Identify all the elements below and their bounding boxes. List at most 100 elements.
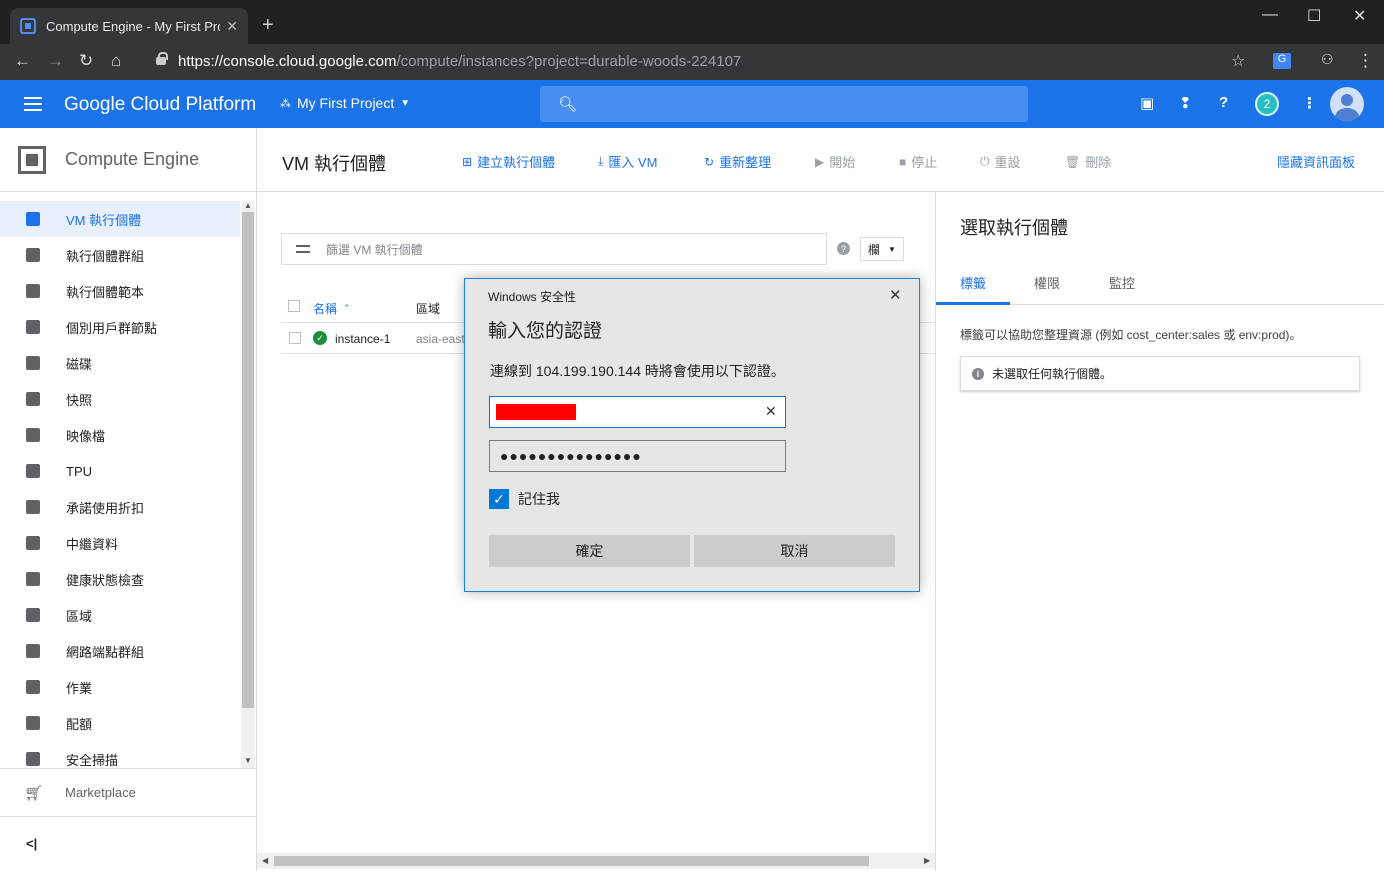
name-header-label: 名稱 [313,302,338,316]
no-selection-notice: i 未選取任何執行個體。 [960,356,1360,391]
sidebar-item-vm-instances[interactable]: VM 執行個體 [0,201,240,237]
help-icon[interactable]: ? [1219,94,1228,111]
zone-grid-icon [26,608,40,622]
new-tab-button[interactable]: + [262,14,274,37]
refresh-button[interactable]: ↻ 重新整理 [704,152,771,171]
sidebar-scrollbar[interactable]: ▲ ▼ [241,201,255,768]
sidebar-item-operations[interactable]: 作業 [0,669,240,705]
name-column-header[interactable]: 名稱 ⌃ [313,300,351,317]
sidebar-item-metadata[interactable]: 中繼資料 [0,525,240,561]
sidebar-title: Compute Engine [65,149,200,169]
sidebar-item-instance-templates[interactable]: 執行個體範本 [0,273,240,309]
collapse-sidebar-button[interactable]: <| [0,816,256,871]
checkbox[interactable] [288,300,300,312]
scrollbar-thumb[interactable] [242,212,254,708]
sort-up-icon: ⌃ [343,303,351,313]
lock-icon [156,52,168,65]
zone-column-header[interactable]: 區域 [416,300,440,317]
columns-button[interactable]: 欄 ▼ [860,237,904,261]
sidebar-item-label: 個別用戶群節點 [66,320,158,336]
sidebar-item-label: 映像檔 [66,428,106,444]
labels-description: 標籤可以協助您整理資源 (例如 cost_center:sales 或 env:… [960,328,1302,342]
collapse-icon: <| [26,836,38,851]
start-label: 開始 [829,155,856,170]
reload-icon[interactable]: ↻ [79,51,93,71]
row-checkbox[interactable] [289,332,301,344]
sidebar-item-instance-groups[interactable]: 執行個體群組 [0,237,240,273]
delete-button[interactable]: 🗑︎ 刪除 [1065,152,1111,171]
username-field[interactable]: ✕ [489,396,786,428]
project-selector[interactable]: ⁂ My First Project ▼ [280,95,410,111]
filter-input[interactable]: 篩選 VM 執行個體 [281,233,827,265]
chevron-down-icon: ▼ [888,244,896,254]
clear-icon[interactable]: ✕ [765,403,777,420]
sidebar-item-disks[interactable]: 磁碟 [0,345,240,381]
more-vert-icon[interactable]: ⋮ [1357,51,1374,71]
sidebar-item-images[interactable]: 映像檔 [0,417,240,453]
info-panel: 選取執行個體 標籤 權限 監控 標籤可以協助您整理資源 (例如 cost_cen… [936,192,1384,871]
url-field[interactable]: https://console.cloud.google.com/compute… [142,46,1262,76]
sidebar-item-committed-use[interactable]: 承諾使用折扣 [0,489,240,525]
create-instance-button[interactable]: ⊞ 建立執行個體 [462,152,555,171]
sidebar-item-label: VM 執行個體 [66,212,142,228]
scrollbar-thumb[interactable] [274,856,869,866]
home-icon[interactable]: ⌂ [111,51,121,71]
browser-tab[interactable]: Compute Engine - My First Proj ✕ [10,8,248,44]
hamburger-menu-icon[interactable] [24,97,42,111]
sidebar-item-network-endpoint-groups[interactable]: 網路端點群組 [0,633,240,669]
sidebar-item-tpu[interactable]: TPU [0,453,240,489]
star-icon[interactable]: ☆ [1231,51,1245,71]
hide-info-panel-link[interactable]: 隱藏資訊面板 [1277,152,1355,171]
running-check-icon: ✓ [313,331,327,345]
sidebar-item-label: 網路端點群組 [66,644,145,660]
incognito-icon[interactable]: ⚇ [1321,51,1334,68]
feedback-icon[interactable]: ❢ [1179,94,1192,112]
sidebar-item-marketplace[interactable]: 🛒︎ Marketplace [0,768,256,816]
tab-close-icon[interactable]: ✕ [226,18,238,35]
checkmark-icon: ✓ [489,489,509,509]
windows-security-dialog: Windows 安全性 ✕ 輸入您的認證 連線到 104.199.190.144… [464,278,920,592]
scroll-right-icon[interactable]: ▶ [924,856,930,865]
more-vert-icon[interactable]: ⋮ [1302,94,1317,112]
search-input[interactable]: 🔍︎ [540,86,1028,122]
scroll-up-icon[interactable]: ▲ [244,201,252,210]
tab-labels[interactable]: 標籤 [960,273,986,292]
reset-button[interactable]: ⏻ 重設 [980,152,1021,171]
minimize-icon[interactable]: — [1262,6,1278,24]
gcp-brand[interactable]: Google Cloud Platform [64,94,256,116]
sidebar-item-sole-tenant-nodes[interactable]: 個別用戶群節點 [0,309,240,345]
instance-name-link[interactable]: instance-1 [335,332,390,346]
horizontal-scrollbar[interactable]: ◀ ▶ [257,853,935,869]
ok-button[interactable]: 確定 [489,535,690,567]
info-icon: i [972,367,984,380]
forward-arrow-icon[interactable]: → [47,51,64,71]
notifications-badge[interactable]: 2 [1255,92,1279,116]
back-arrow-icon[interactable]: ← [14,51,31,71]
import-vm-button[interactable]: ⤓ 匯入 VM [598,152,657,171]
scroll-down-icon[interactable]: ▼ [244,756,252,765]
avatar[interactable] [1330,87,1364,121]
cloud-shell-icon[interactable]: ▣ [1140,94,1154,112]
translate-icon[interactable]: G [1273,53,1291,69]
sidebar-item-zones[interactable]: 區域 [0,597,240,633]
scroll-left-icon[interactable]: ◀ [262,856,268,865]
password-field[interactable]: ●●●●●●●●●●●●●●● [489,440,786,472]
page-toolbar: VM 執行個體 ⊞ 建立執行個體 ⤓ 匯入 VM ↻ 重新整理 ▶ 開始 ■ 停止 ⏻ 重設… [257,128,1384,192]
reset-label: 重設 [994,155,1021,170]
search-icon: 🔍︎ [558,96,578,113]
tab-permissions[interactable]: 權限 [1034,273,1060,292]
cancel-button[interactable]: 取消 [694,535,895,567]
start-button[interactable]: ▶ 開始 [815,152,855,171]
dialog-close-icon[interactable]: ✕ [889,286,902,304]
sidebar-item-quotas[interactable]: 配額 [0,705,240,741]
remember-me-checkbox[interactable]: ✓ 記住我 [489,489,560,509]
maximize-icon[interactable]: ☐ [1307,6,1321,26]
stop-button[interactable]: ■ 停止 [899,152,937,171]
window-close-icon[interactable]: ✕ [1353,6,1366,26]
sidebar-item-label: 安全掃描 [66,752,119,768]
tab-monitoring[interactable]: 監控 [1109,273,1135,292]
help-icon[interactable]: ? [837,242,850,255]
sidebar-item-snapshots[interactable]: 快照 [0,381,240,417]
sidebar-item-health-checks[interactable]: 健康狀態檢查 [0,561,240,597]
header-checkbox[interactable] [288,300,300,312]
